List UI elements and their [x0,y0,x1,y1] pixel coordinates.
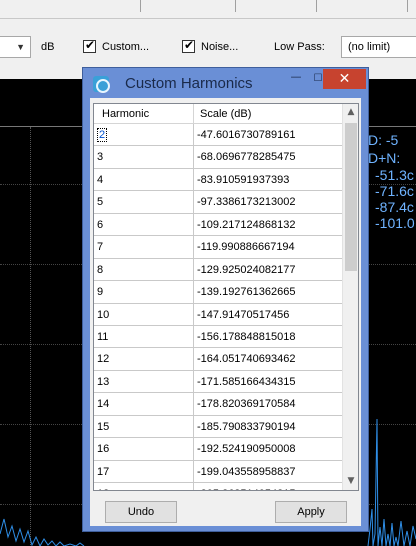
harmonic-cell[interactable]: 8 [94,258,194,281]
db-unit-label: dB [41,41,55,53]
harmonic-value: 9 [97,286,104,299]
harmonic-value: 17 [97,465,110,478]
harmonic-cell[interactable]: 15 [94,415,194,438]
table-row[interactable]: 7 -119.990886667194 [94,236,344,259]
table-row[interactable]: 11 -156.178848815018 [94,325,344,349]
harmonic-cell[interactable]: 3 [94,146,194,168]
table-row[interactable]: 8 -129.925024082177 [94,258,344,282]
table-row[interactable]: 6 -109.217124868132 [94,213,344,237]
harmonic-cell[interactable]: 4 [94,168,194,191]
low-pass-label: Low Pass: [274,41,325,53]
scale-cell[interactable]: -178.820369170584 [194,393,344,415]
custom-checkbox[interactable] [83,38,96,53]
scale-cell[interactable]: -171.585166434315 [194,370,344,393]
harmonic-cell[interactable]: 17 [94,460,194,482]
apply-button[interactable]: Apply [275,501,347,523]
dialog-titlebar[interactable]: Custom Harmonics — ☐ ✕ [83,68,368,98]
scale-cell[interactable]: -47.6016730789161 [194,124,344,146]
noise-label[interactable]: Noise... [201,41,238,53]
app-icon [93,76,110,93]
harmonic-value: 6 [97,218,104,231]
table-row[interactable]: 10 -147.91470517456 [94,303,344,326]
scale-cell[interactable]: -68.0696778285475 [194,146,344,168]
scroll-thumb[interactable] [345,123,357,271]
scale-cell[interactable]: -97.3386173213002 [194,191,344,213]
harmonic-value: 2 [97,128,108,142]
harmonic-value: 4 [97,173,104,186]
scale-cell[interactable]: -109.217124868132 [194,213,344,236]
scroll-up-icon[interactable]: ▲ [343,104,358,121]
scale-cell[interactable]: -139.192761362665 [194,281,344,303]
harmonics-grid: Harmonic Scale (dB) 2 -47.6016730789161 3 -… [93,103,359,491]
column-header-scale[interactable]: Scale (dB) [194,104,342,124]
dialog-client: Harmonic Scale (dB) 2 -47.6016730789161 3 -… [90,98,361,526]
harmonic-cell[interactable]: 9 [94,281,194,303]
harmonic-value: 7 [97,241,104,254]
scale-cell[interactable]: -147.91470517456 [194,303,344,325]
table-row[interactable]: 2 -47.6016730789161 [94,124,344,147]
harmonic-cell[interactable]: 11 [94,325,194,348]
level-combo[interactable]: ▼ [0,36,31,58]
table-row[interactable]: 14 -178.820369170584 [94,393,344,416]
custom-harmonics-dialog: Custom Harmonics — ☐ ✕ Harmonic Scale (d… [82,67,369,532]
grid-rows: 2 -47.6016730789161 3 -68.0696778285475 4 -83… [94,124,344,490]
table-row[interactable]: 18 -205.368514054315 [94,483,344,490]
scale-cell[interactable]: -185.790833790194 [194,415,344,438]
harmonic-value: 11 [97,330,109,343]
harmonic-value: 16 [97,443,110,456]
scale-cell[interactable]: -129.925024082177 [194,258,344,281]
harmonic-cell[interactable]: 10 [94,303,194,325]
scale-cell[interactable]: -119.990886667194 [194,236,344,258]
undo-button[interactable]: Undo [105,501,177,523]
table-row[interactable]: 5 -97.3386173213002 [94,191,344,214]
scale-cell[interactable]: -156.178848815018 [194,325,344,348]
noise-checkbox[interactable] [182,38,195,53]
table-row[interactable]: 4 -83.910591937393 [94,168,344,192]
harmonic-value: 18 [97,488,109,490]
table-row[interactable]: 12 -164.051740693462 [94,348,344,371]
harmonic-cell[interactable]: 14 [94,393,194,415]
dialog-title: Custom Harmonics [125,75,253,92]
close-button[interactable]: ✕ [323,69,366,89]
table-row[interactable]: 9 -139.192761362665 [94,281,344,304]
low-pass-value: (no limit) [348,41,391,53]
harmonic-cell[interactable]: 2 [94,124,194,146]
harmonic-cell[interactable]: 12 [94,348,194,370]
top-strip [0,0,416,19]
harmonic-cell[interactable]: 7 [94,236,194,258]
harmonic-value: 5 [97,196,104,209]
scroll-down-icon[interactable]: ▼ [343,473,358,490]
table-row[interactable]: 3 -68.0696778285475 [94,146,344,169]
chevron-down-icon: ▼ [16,42,25,52]
scale-cell[interactable]: -192.524190950008 [194,438,344,460]
scale-cell[interactable]: -199.043558958837 [194,460,344,482]
harmonic-value: 13 [97,375,110,388]
table-row[interactable]: 15 -185.790833790194 [94,415,344,439]
harmonic-value: 12 [97,353,110,366]
table-row[interactable]: 16 -192.524190950008 [94,438,344,461]
table-row[interactable]: 13 -171.585166434315 [94,370,344,394]
harmonic-value: 15 [97,420,110,433]
harmonic-cell[interactable]: 16 [94,438,194,460]
harmonic-value: 14 [97,398,110,411]
scale-cell[interactable]: -205.368514054315 [194,483,344,490]
harmonic-value: 8 [97,263,104,276]
custom-label[interactable]: Custom... [102,41,149,53]
harmonic-cell[interactable]: 13 [94,370,194,393]
vertical-scrollbar[interactable]: ▲ ▼ [342,104,358,490]
grid-header: Harmonic Scale (dB) [94,104,342,124]
harmonic-value: 10 [97,308,110,321]
harmonic-cell[interactable]: 5 [94,191,194,213]
harmonic-value: 3 [97,151,104,164]
table-row[interactable]: 17 -199.043558958837 [94,460,344,483]
scale-cell[interactable]: -83.910591937393 [194,168,344,191]
scale-cell[interactable]: -164.051740693462 [194,348,344,370]
low-pass-select[interactable]: (no limit) [341,36,416,58]
harmonic-cell[interactable]: 18 [94,483,194,490]
column-header-harmonic[interactable]: Harmonic [94,104,194,124]
harmonic-cell[interactable]: 6 [94,213,194,236]
